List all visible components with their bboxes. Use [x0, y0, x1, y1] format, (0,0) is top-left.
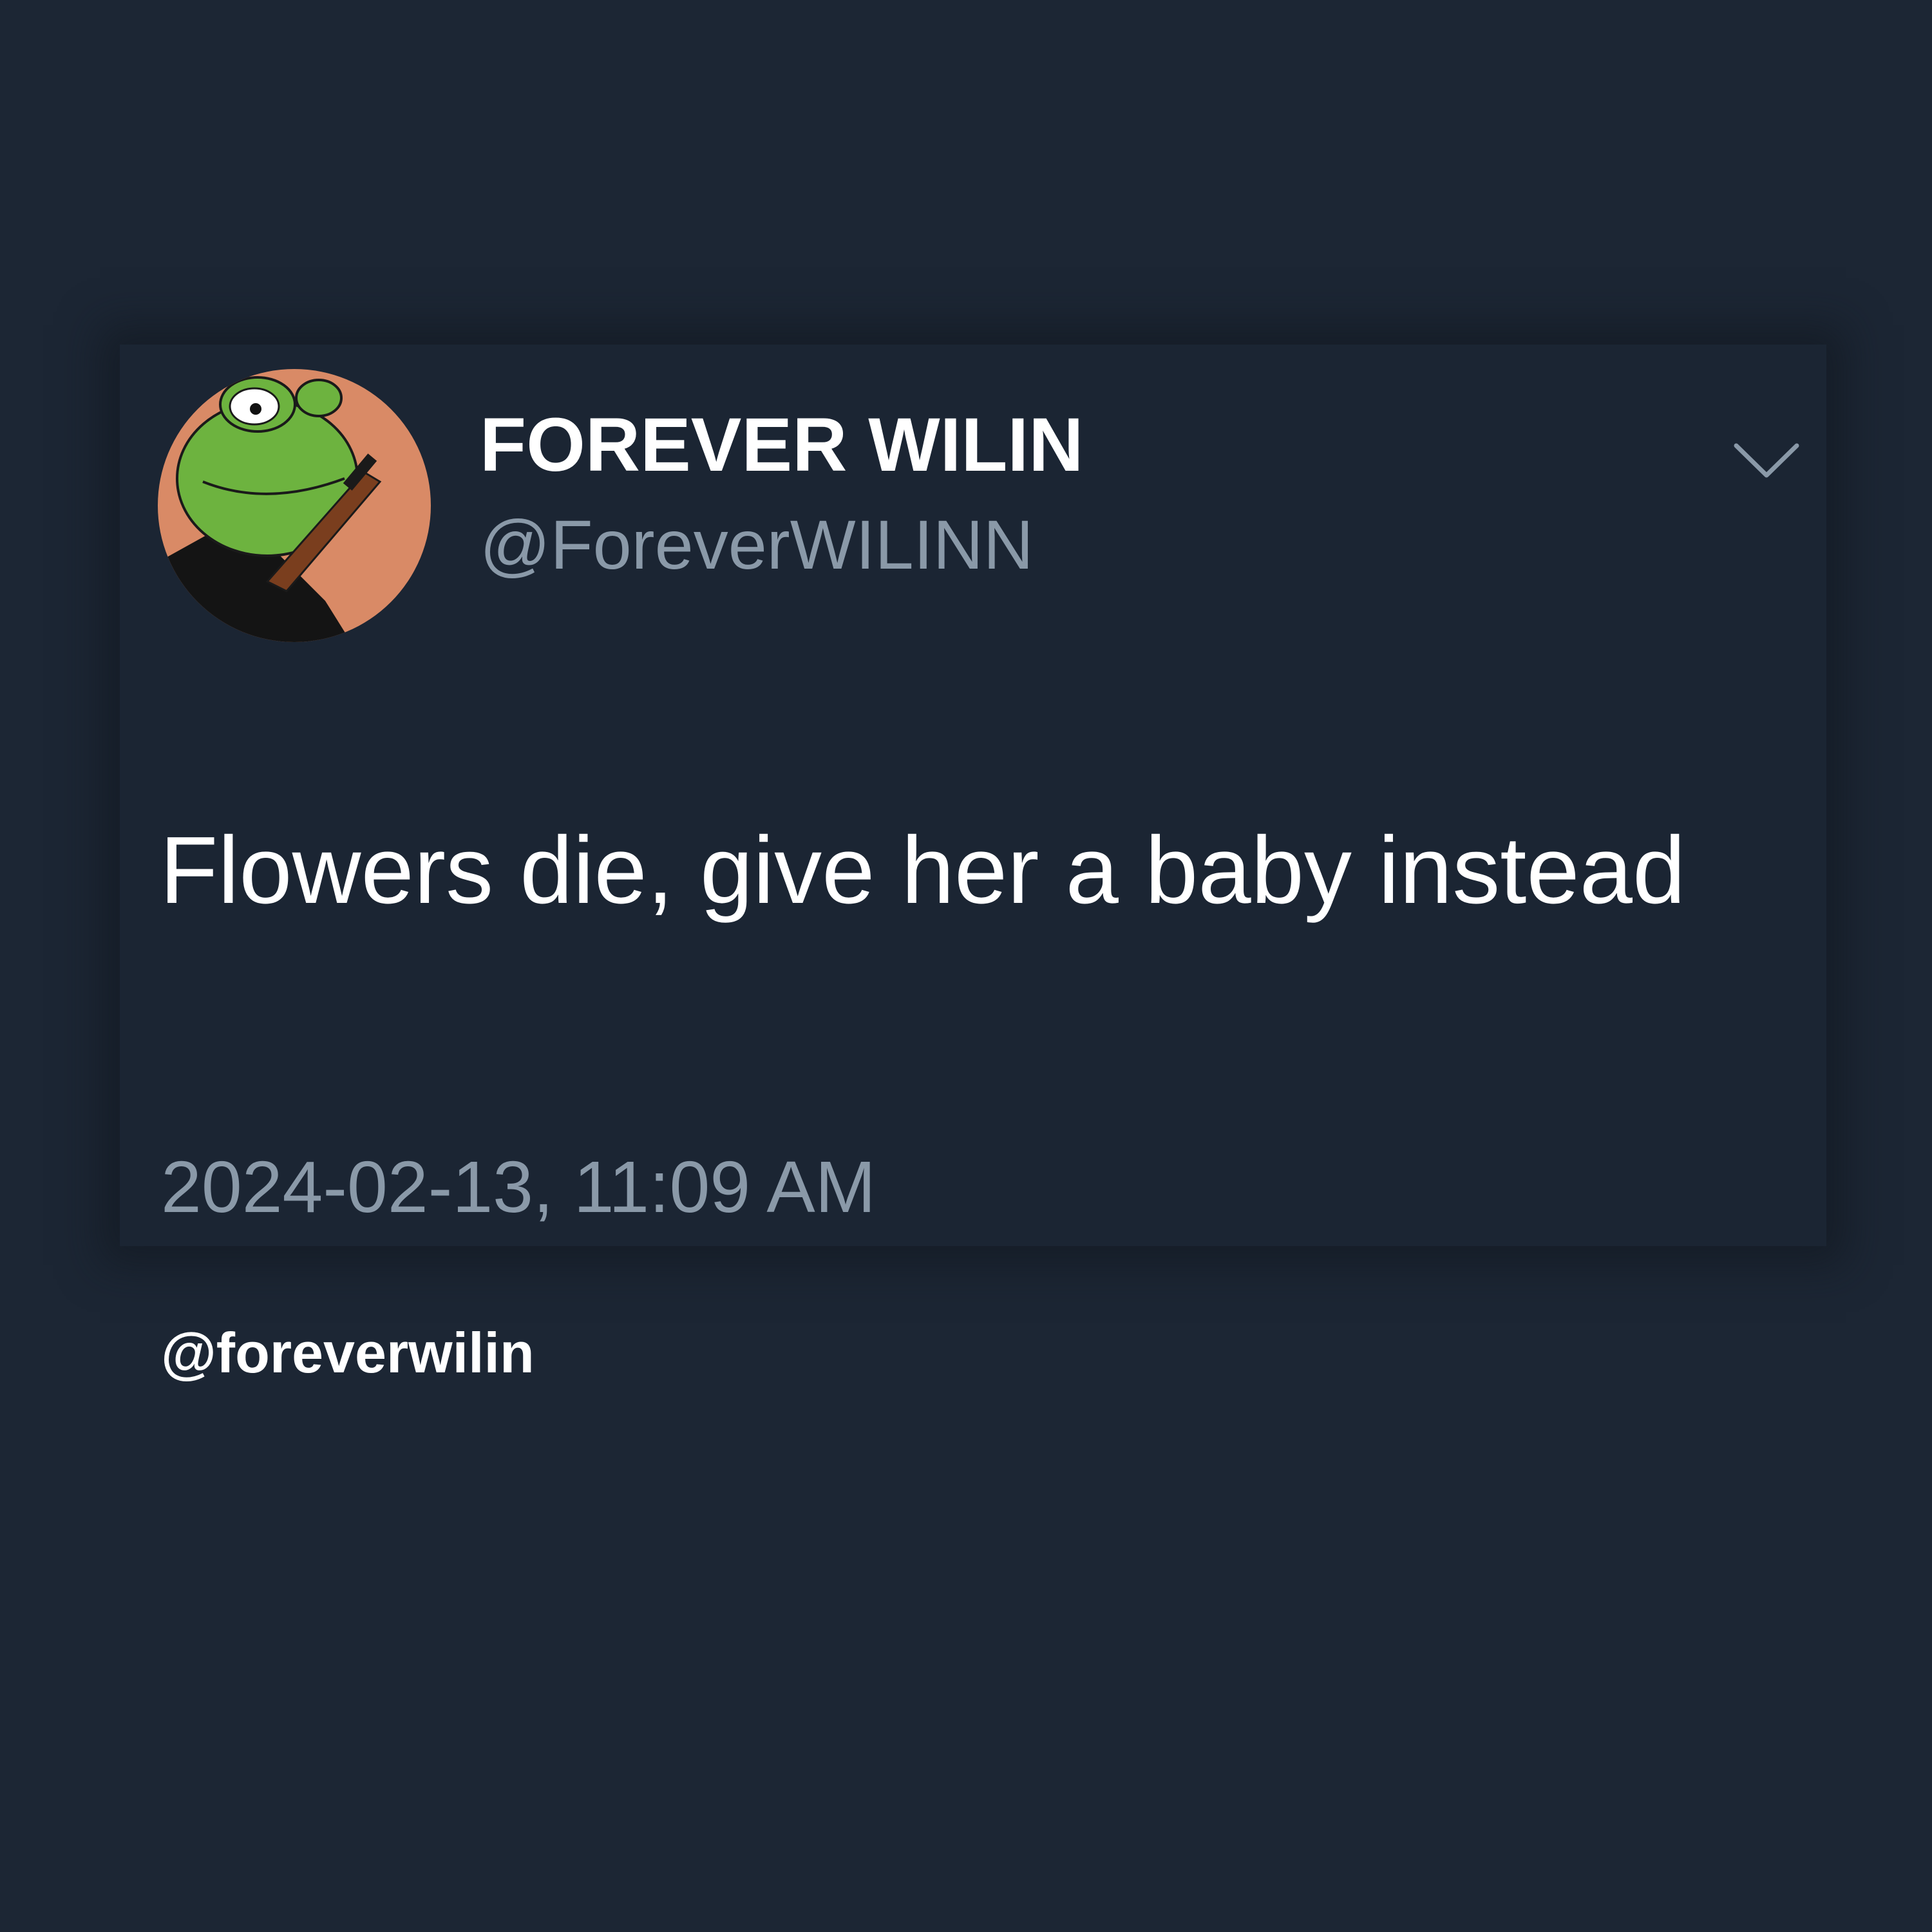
tweet-text: Flowers die, give her a baby instead — [160, 817, 1686, 923]
avatar[interactable] — [158, 369, 431, 642]
frog-avatar-icon — [158, 369, 431, 642]
chevron-down-icon — [1734, 443, 1799, 478]
tweet-menu-button[interactable] — [1731, 438, 1802, 483]
user-handle[interactable]: @ForeverWILINN — [480, 510, 1034, 580]
watermark-handle: @foreverwilin — [161, 1321, 535, 1385]
tweet-timestamp[interactable]: 2024-02-13, 11:09 AM — [161, 1151, 876, 1224]
display-name[interactable]: FOREVER WILIN — [480, 407, 1083, 483]
